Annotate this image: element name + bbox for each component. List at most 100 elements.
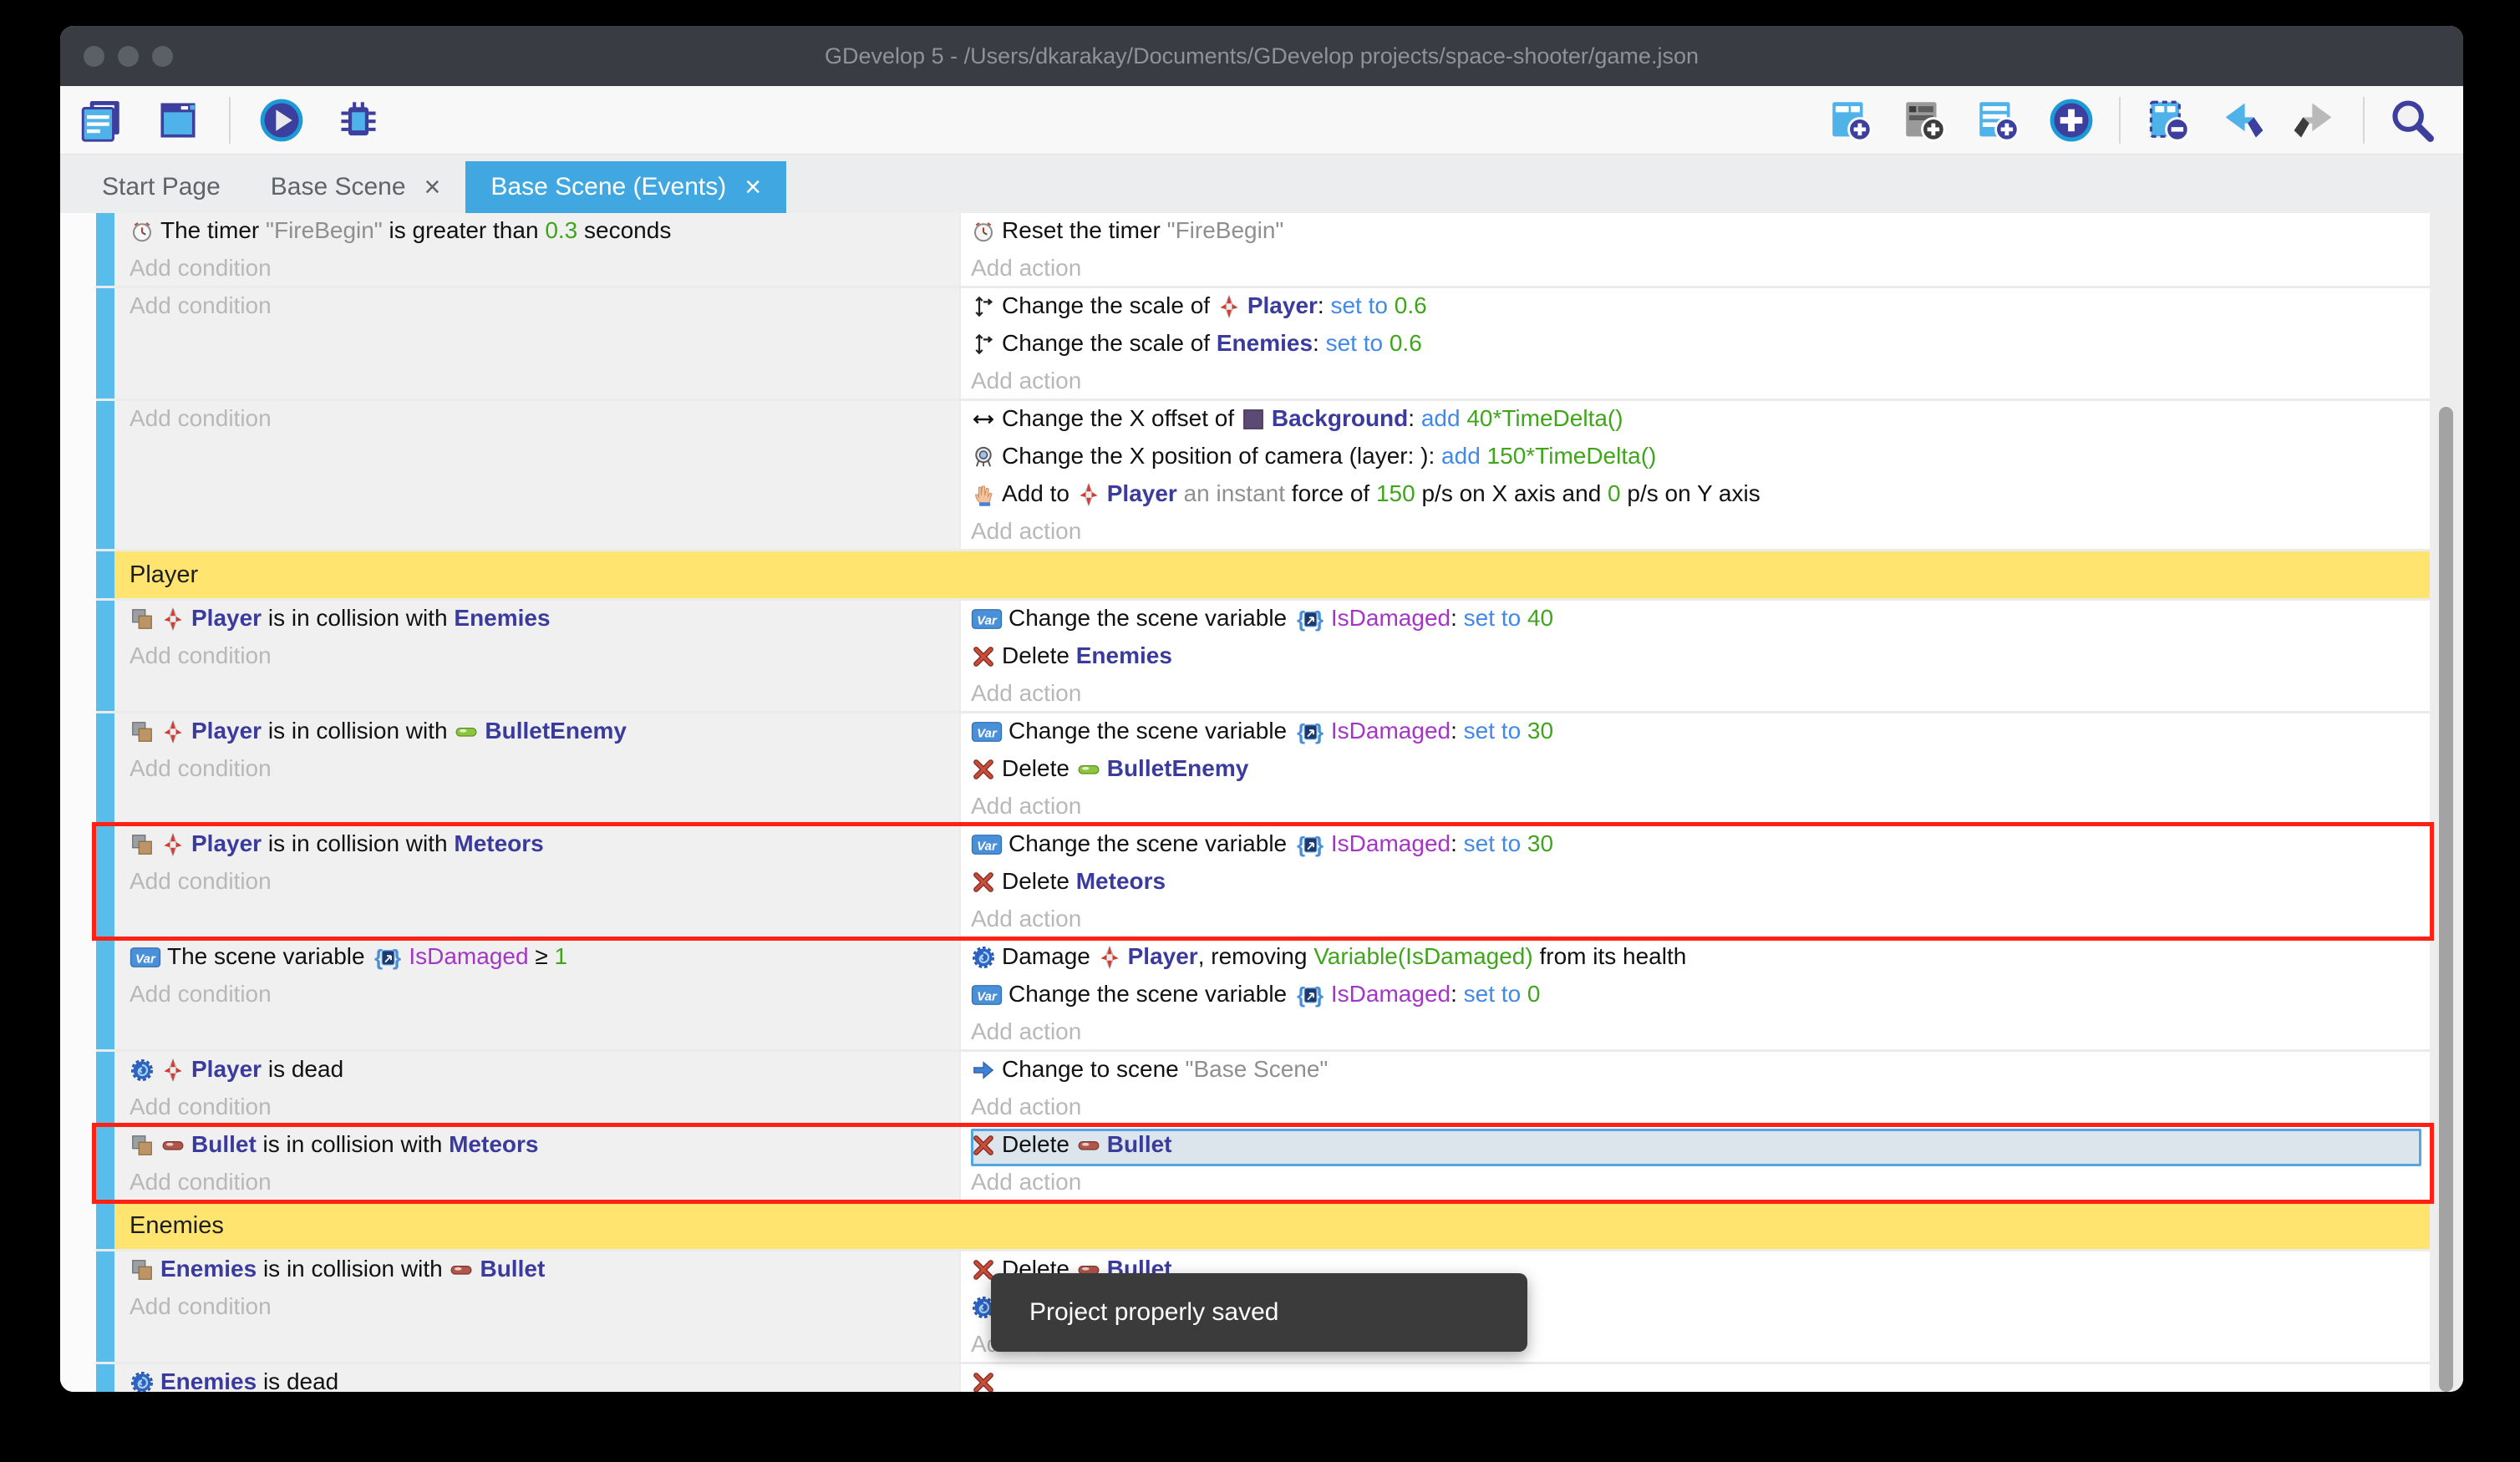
condition-line[interactable]: VarThe scene variable {}IsDamaged ≥ 1 [130,941,959,978]
conditions-cell[interactable]: The timer "FireBegin" is greater than 0.… [114,213,959,286]
add-condition-button[interactable]: Add condition [130,753,959,784]
add-action-button[interactable]: Add action [971,790,2430,822]
condition-line[interactable]: The timer "FireBegin" is greater than 0.… [130,215,959,252]
condition-line[interactable]: Enemies is in collision with Bullet [130,1253,959,1291]
add-subevent-button[interactable] [1972,94,2024,146]
action-line[interactable]: Delete Meteors [971,866,2430,903]
add-condition-button[interactable]: Add condition [130,252,959,284]
actions-cell[interactable]: Change the X offset of Background: add 4… [961,401,2430,549]
add-circle-button[interactable] [2045,94,2097,146]
tab-base-scene[interactable]: Base Scene× [246,161,466,213]
action-line[interactable]: Change the X offset of Background: add 4… [971,403,2430,440]
add-action-button[interactable]: Add action [971,252,2430,284]
scene-editor-button[interactable] [152,94,204,146]
group-header[interactable]: Enemies [114,1202,2430,1249]
action-line[interactable]: Add to Player an instant force of 150 p/… [971,478,2430,515]
conditions-cell[interactable]: VarThe scene variable {}IsDamaged ≥ 1Add… [114,939,959,1049]
tab-close-icon[interactable]: × [424,173,441,201]
add-condition-button[interactable]: Add condition [130,640,959,672]
event-handle[interactable] [96,401,114,549]
action-line[interactable]: Reset the timer "FireBegin" [971,215,2430,252]
add-condition-button[interactable]: Add condition [130,866,959,897]
add-action-button[interactable]: Add action [971,678,2430,709]
action-line[interactable]: Change the X position of camera (layer: … [971,440,2430,478]
action-line[interactable]: VarChange the scene variable {}IsDamaged… [971,602,2430,640]
tab-close-icon[interactable]: × [744,173,761,201]
minimize-window-button[interactable] [118,46,139,67]
conditions-cell[interactable]: Player is in collision with BulletEnemyA… [114,713,959,824]
condition-line[interactable]: Player is in collision with Meteors [130,828,959,866]
condition-line[interactable]: Player is in collision with Enemies [130,602,959,640]
actions-cell[interactable]: VarChange the scene variable {}IsDamaged… [961,826,2430,937]
add-condition-button[interactable]: Add condition [130,1166,959,1198]
actions-cell[interactable]: Change the scale of Player: set to 0.6Ch… [961,288,2430,398]
conditions-cell[interactable]: Enemies is in collision with BulletAdd c… [114,1251,959,1362]
event-handle[interactable] [96,288,114,398]
actions-cell[interactable]: VarChange the scene variable {}IsDamaged… [961,601,2430,711]
add-action-button[interactable]: Add action [971,365,2430,397]
action-line[interactable]: Delete Bullet [971,1129,2421,1166]
actions-cell[interactable]: Reset the timer "FireBegin"Add action [961,213,2430,286]
event-handle[interactable] [96,1251,114,1362]
vertical-scrollbar[interactable] [2439,407,2453,1392]
search-button[interactable] [2386,94,2438,146]
conditions-cell[interactable]: Player is in collision with MeteorsAdd c… [114,826,959,937]
condition-line[interactable]: Player is dead [130,1053,959,1091]
project-manager-button[interactable] [75,94,127,146]
event-handle[interactable] [96,213,114,286]
actions-cell[interactable]: VarChange the scene variable {}IsDamaged… [961,713,2430,824]
undo-button[interactable] [2216,94,2268,146]
condition-line[interactable]: Enemies is dead [130,1366,959,1392]
action-line[interactable]: Delete Enemies [971,640,2430,678]
action-line[interactable]: Change to scene "Base Scene" [971,1053,2430,1091]
event-handle[interactable] [96,601,114,711]
action-line[interactable]: VarChange the scene variable {}IsDamaged… [971,715,2430,753]
condition-line[interactable]: Player is in collision with BulletEnemy [130,715,959,753]
actions-cell[interactable]: Add action [961,1364,2430,1392]
add-condition-button[interactable]: Add condition [130,1291,959,1322]
conditions-cell[interactable]: Add condition [114,288,959,398]
conditions-cell[interactable]: Add condition [114,401,959,549]
maximize-window-button[interactable] [152,46,173,67]
conditions-cell[interactable]: Player is in collision with EnemiesAdd c… [114,601,959,711]
add-action-button[interactable]: Add action [971,1091,2430,1123]
add-condition-button[interactable]: Add condition [130,1091,959,1123]
debug-button[interactable] [333,94,384,146]
action-line[interactable]: VarChange the scene variable {}IsDamaged… [971,828,2430,866]
event-handle[interactable] [96,713,114,824]
event-handle[interactable] [96,1202,114,1249]
add-action-button[interactable]: Add action [971,1166,2430,1198]
add-condition-button[interactable]: Add condition [130,978,959,1010]
event-handle[interactable] [96,826,114,937]
group-header[interactable]: Player [114,551,2430,598]
add-action-button[interactable]: Add action [971,515,2430,547]
conditions-cell[interactable]: Bullet is in collision with MeteorsAdd c… [114,1127,959,1200]
add-action-button[interactable]: Add action [971,1016,2430,1048]
actions-cell[interactable]: Damage Player, removing Variable(IsDamag… [961,939,2430,1049]
actions-cell[interactable]: Delete BulletAdd action [961,1127,2430,1200]
tab-base-scene-events-[interactable]: Base Scene (Events)× [465,161,786,213]
delete-event-button[interactable] [2142,94,2194,146]
actions-cell[interactable]: Change to scene "Base Scene"Add action [961,1052,2430,1124]
event-handle[interactable] [96,1364,114,1392]
conditions-cell[interactable]: Player is deadAdd condition [114,1052,959,1124]
add-action-button[interactable]: Add action [971,903,2430,935]
event-handle[interactable] [96,939,114,1049]
event-handle[interactable] [96,551,114,598]
play-button[interactable] [256,94,307,146]
add-condition-button[interactable]: Add condition [130,290,959,322]
add-comment-button[interactable] [1898,94,1950,146]
tab-start-page[interactable]: Start Page [77,161,246,213]
add-event-button[interactable] [1825,94,1877,146]
condition-line[interactable]: Bullet is in collision with Meteors [130,1129,959,1166]
event-handle[interactable] [96,1052,114,1124]
redo-button[interactable] [2289,94,2341,146]
add-condition-button[interactable]: Add condition [130,403,959,434]
action-line[interactable]: Delete BulletEnemy [971,753,2430,790]
action-line[interactable]: Damage Player, removing Variable(IsDamag… [971,941,2430,978]
event-handle[interactable] [96,1127,114,1200]
action-line[interactable]: Change the scale of Player: set to 0.6 [971,290,2430,327]
action-line[interactable] [971,1366,2430,1392]
action-line[interactable]: VarChange the scene variable {}IsDamaged… [971,978,2430,1016]
conditions-cell[interactable]: Enemies is deadAdd condition [114,1364,959,1392]
